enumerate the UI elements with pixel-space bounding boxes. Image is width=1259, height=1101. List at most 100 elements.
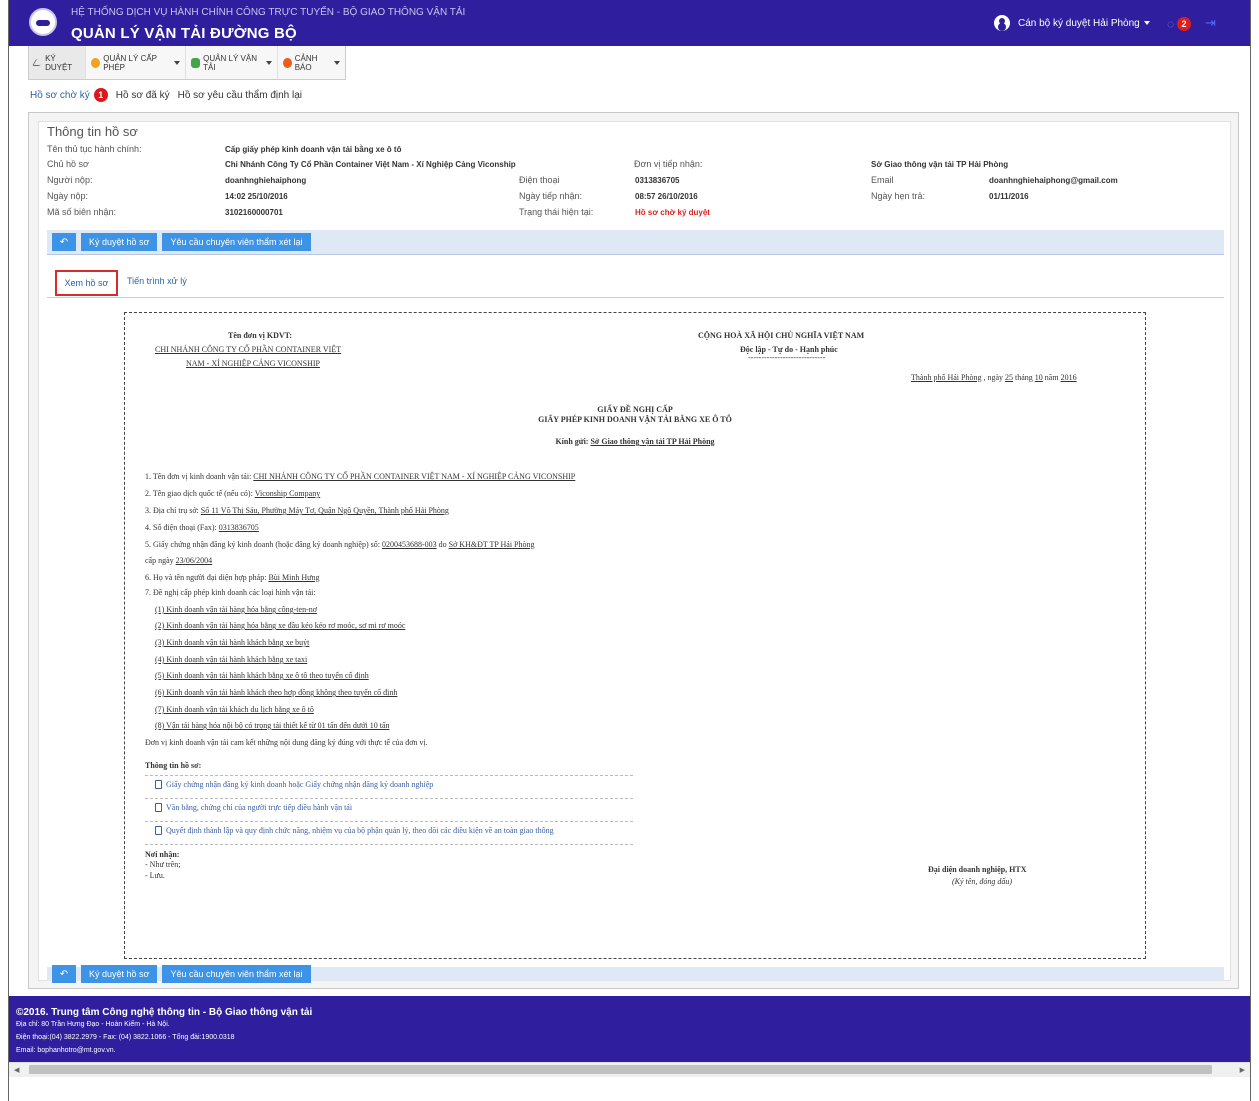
procedure-label: Tên thủ tục hành chính: <box>47 144 142 154</box>
transport-type: (4) Kinh doanh vận tải hành khách bằng x… <box>155 655 308 664</box>
scroll-left-icon[interactable]: ◀ <box>14 1066 19 1074</box>
email-value: doanhnghiehaiphong@gmail.com <box>989 176 1118 185</box>
attachment-link[interactable]: Văn bằng, chứng chỉ của người trực tiếp … <box>155 803 352 812</box>
to-value: Sở Giao thông vận tải TP Hải Phòng <box>590 437 715 446</box>
tab-view-record[interactable]: Xem hồ sơ <box>55 270 118 296</box>
subtab-review-requested[interactable]: Hồ sơ yêu cầu thẩm định lại <box>178 90 302 101</box>
day: 25 <box>1005 373 1013 382</box>
doc-title-line1: GIẤY ĐỀ NGHỊ CẤP <box>597 405 673 414</box>
divider <box>145 821 633 822</box>
item-label: 1. Tên đơn vị kinh doanh vận tải: <box>145 472 252 481</box>
truck-icon <box>191 57 201 68</box>
subtab-signed[interactable]: Hồ sơ đã ký <box>116 90 170 101</box>
attachment-link[interactable]: Quyết định thành lập và quy định chức nă… <box>155 826 554 835</box>
owner-label: Chủ hồ sơ <box>47 159 89 169</box>
status-value: Hồ sơ chờ ký duyệt <box>635 208 710 217</box>
scroll-right-icon[interactable]: ▶ <box>1240 1066 1245 1074</box>
tab-process[interactable]: Tiến trình xử lý <box>127 276 187 286</box>
divider <box>145 844 633 845</box>
menu-label: QUẢN LÝ CẤP PHÉP <box>103 53 157 72</box>
doc-title-line2: GIẤY PHÉP KINH DOANH VẬN TẢI BẰNG XE Ô T… <box>538 415 732 424</box>
notification-badge[interactable]: 2 <box>1177 17 1191 31</box>
footer-email: Email: bophanhotro@mt.gov.vn. <box>16 1047 116 1054</box>
user-name: Cán bộ ký duyệt Hải Phòng <box>1018 17 1140 29</box>
receive-date-label: Ngày tiếp nhận: <box>519 191 583 201</box>
registration-issuer: Sở KH&ĐT TP Hải Phòng <box>448 540 535 549</box>
divider <box>145 798 633 799</box>
menu-item-transport[interactable]: QUẢN LÝ VẬN TẢI <box>186 46 279 79</box>
subtab-label: Hồ sơ yêu cầu thẩm định lại <box>177 89 303 101</box>
submit-date-label: Ngày nộp: <box>47 191 89 201</box>
back-button[interactable]: ↶ <box>52 233 76 251</box>
item-5-date: cấp ngày 23/06/2004 <box>145 556 212 565</box>
owner-value: Chi Nhánh Công Ty Cổ Phần Container Việt… <box>225 160 516 169</box>
app-title[interactable]: QUẢN LÝ VẬN TẢI ĐƯỜNG BỘ <box>71 25 297 42</box>
footer-copyright: ©2016. Trung tâm Công nghệ thông tin - B… <box>16 1007 313 1018</box>
due-date-value: 01/11/2016 <box>989 192 1029 201</box>
action-bar-top: ↶ Ký duyệt hồ sơ Yêu cầu chuyên viên thẩ… <box>47 230 1224 255</box>
attachments-heading: Thông tin hồ sơ: <box>145 761 202 770</box>
addressee: Kính gửi: Sở Giao thông vận tải TP Hải P… <box>125 437 1145 446</box>
signer-note: (Ký tên, đóng dấu) <box>952 877 1012 886</box>
registration-date: 23/06/2004 <box>175 556 213 565</box>
due-date-label: Ngày hẹn trả: <box>871 191 926 201</box>
scrollbar-thumb[interactable] <box>29 1065 1212 1074</box>
recipient: - Như trên; <box>145 860 181 869</box>
approve-button[interactable]: Ký duyệt hồ sơ <box>81 233 158 251</box>
transport-type: (2) Kinh doanh vận tải hàng hóa bằng xe … <box>155 621 406 630</box>
browser-frame: HỆ THỐNG DỊCH VỤ HÀNH CHÍNH CÔNG TRỰC TU… <box>8 0 1251 1101</box>
month: 10 <box>1034 373 1043 382</box>
phone-value: 0313836705 <box>635 176 680 185</box>
item-value: Viconship Company <box>254 489 321 498</box>
user-avatar-icon <box>994 15 1010 31</box>
menu-item-warning[interactable]: CẢNH BÁO <box>278 46 345 79</box>
footer-phone: Điện thoại:(04) 3822.2979 - Fax: (04) 38… <box>16 1034 235 1041</box>
horizontal-scrollbar[interactable]: ◀ ▶ <box>9 1062 1250 1077</box>
item-value: CHI NHÁNH CÔNG TY CỔ PHẦN CONTAINER VIỆT… <box>253 472 576 481</box>
file-icon <box>155 826 162 835</box>
receipt-code-value: 3102160000701 <box>225 208 283 217</box>
menu-label: QUẢN LÝ VẬN TẢI <box>203 53 257 72</box>
transport-type: (8) Vận tải hàng hóa nội bộ có trọng tải… <box>155 721 390 730</box>
item-6: 6. Họ và tên người đại diện hợp pháp: Bù… <box>145 573 319 582</box>
logout-icon[interactable]: ⇥ <box>1205 15 1216 31</box>
item-label: 3. Địa chỉ trụ sở: <box>145 506 199 515</box>
request-review-button[interactable]: Yêu cầu chuyên viên thẩm xét lại <box>162 233 311 251</box>
back-button[interactable]: ↶ <box>52 965 76 983</box>
menu-label: CẢNH BÁO <box>294 53 318 72</box>
menu-item-license[interactable]: QUẢN LÝ CẤP PHÉP <box>86 46 187 79</box>
approve-button[interactable]: Ký duyệt hồ sơ <box>81 965 158 983</box>
nation-rule: ----------------------------- <box>748 353 826 362</box>
unit-name-line2: NAM - XÍ NGHIỆP CẢNG VICONSHIP <box>186 359 321 368</box>
file-icon <box>155 803 162 812</box>
attachment-link[interactable]: Giấy chứng nhận đăng ký kinh doanh hoặc … <box>155 780 433 789</box>
unit-name-line1: CHI NHÁNH CÔNG TY CỔ PHẦN CONTAINER VIỆT <box>155 345 342 354</box>
record-subtabs: Hồ sơ chờ ký 1 Hồ sơ đã ký Hồ sơ yêu cầu… <box>30 88 310 102</box>
item-5: 5. Giấy chứng nhận đăng ký kinh doanh (h… <box>145 540 535 549</box>
nation-line1: CỘNG HOÀ XÃ HỘI CHỦ NGHĨA VIỆT NAM <box>698 331 865 340</box>
chevron-down-icon <box>1143 21 1150 25</box>
transport-type: (5) Kinh doanh vận tải hành khách bằng x… <box>155 671 369 680</box>
transport-type: (3) Kinh doanh vận tải hành khách bằng x… <box>155 638 310 647</box>
notification-icon[interactable]: ◌ <box>1167 17 1174 31</box>
registration-number: 0200453688-003 <box>381 540 437 549</box>
item-label: 4. Số điện thoại (Fax): <box>145 523 217 532</box>
subtab-pending[interactable]: Hồ sơ chờ ký 1 <box>30 88 108 102</box>
user-menu[interactable]: Cán bộ ký duyệt Hải Phòng <box>994 15 1150 31</box>
ministry-logo-icon[interactable] <box>29 8 57 36</box>
by-label: do <box>438 540 447 549</box>
record-panel: Thông tin hồ sơ Tên thủ tục hành chính: … <box>28 112 1239 989</box>
day-label: , ngày <box>983 373 1003 382</box>
submit-date-value: 14:02 25/10/2016 <box>225 192 288 201</box>
signer-title: Đại diện doanh nghiệp, HTX <box>928 865 1027 874</box>
city: Thành phố Hải Phòng <box>911 373 982 382</box>
item-value: Số 11 Võ Thị Sáu, Phường Máy Tơ, Quận Ng… <box>200 506 449 515</box>
place-date: Thành phố Hải Phòng , ngày 25 tháng 10 n… <box>911 373 1077 382</box>
request-review-button[interactable]: Yêu cầu chuyên viên thẩm xét lại <box>162 965 311 983</box>
record-tabs: Xem hồ sơ Tiến trình xử lý <box>47 260 1224 298</box>
year-label: năm <box>1044 373 1059 382</box>
receive-date-value: 08:57 26/10/2016 <box>635 192 698 201</box>
attachment-label: Văn bằng, chứng chỉ của người trực tiếp … <box>166 803 353 812</box>
item-value: Bùi Minh Hưng <box>268 573 320 582</box>
menu-item-sign[interactable]: KÝ DUYỆT <box>29 46 87 79</box>
